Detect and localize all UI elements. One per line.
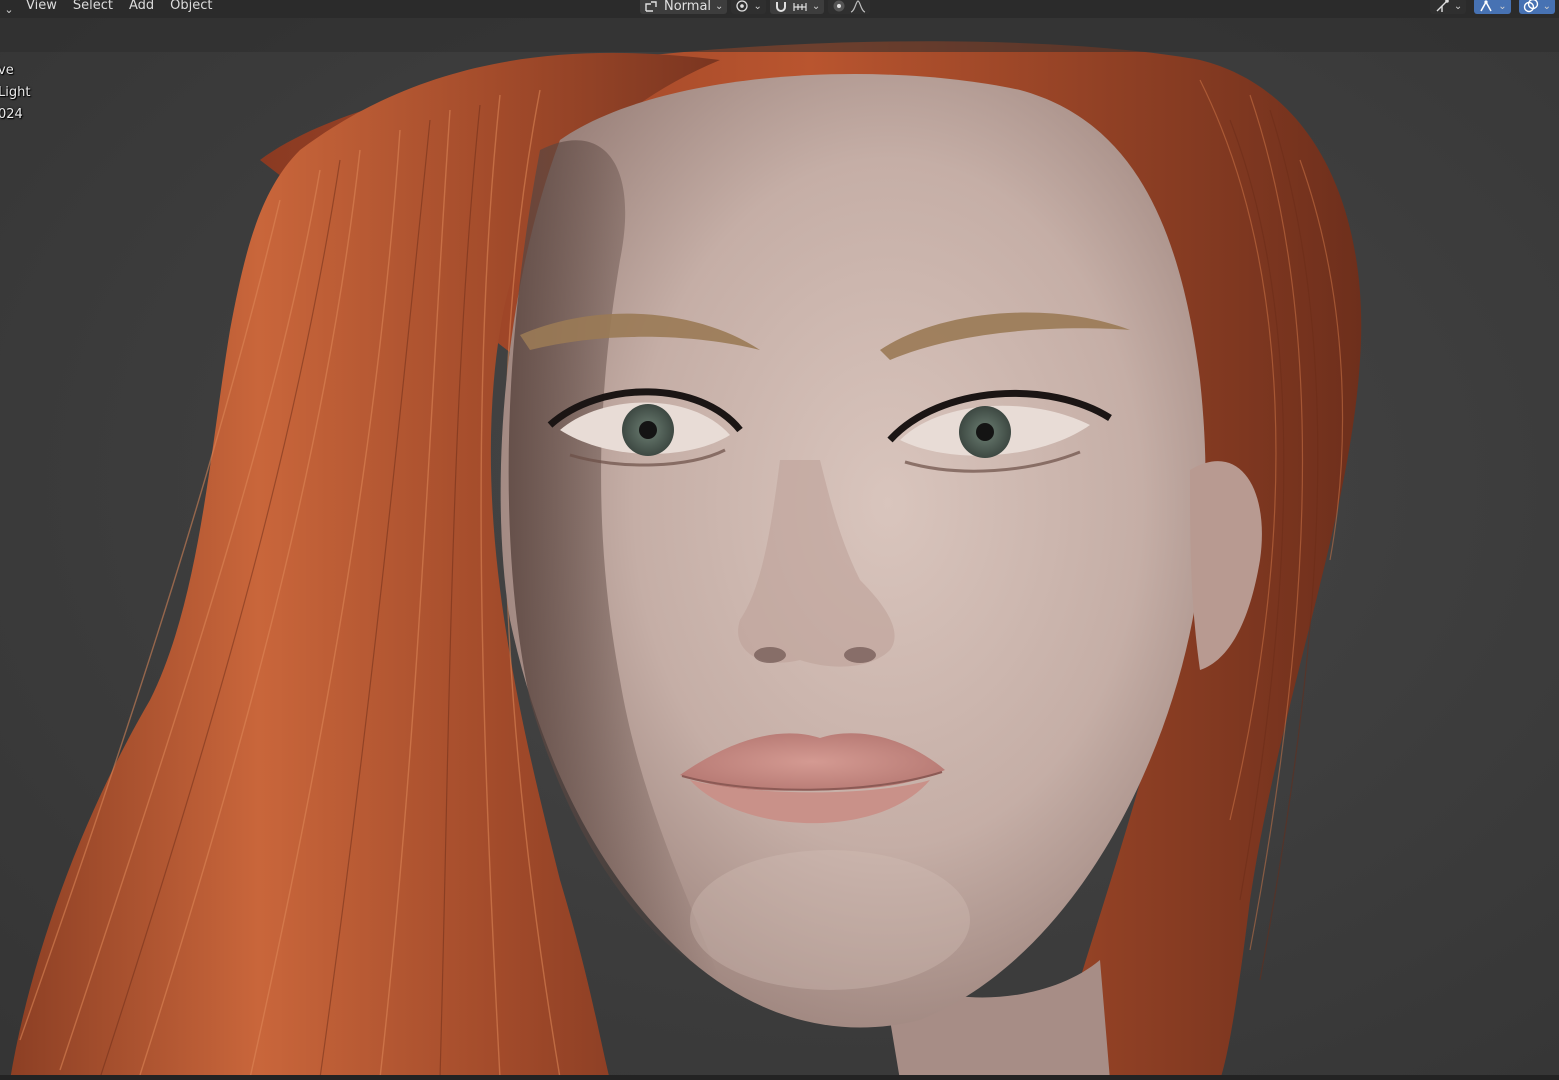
viewport-render (0, 0, 1559, 1080)
overlay-line-2: Light (0, 85, 31, 100)
overlay-line-3: 024 (0, 107, 23, 122)
chevron-down-icon[interactable]: ⌄ (0, 3, 18, 16)
snap-increment-icon (793, 3, 807, 11)
viewport-header: ⌄ View Select Add Object Normal ⌄ ⌄ ⌄ ⌄ … (0, 0, 1559, 18)
menu-view[interactable]: View (18, 0, 65, 13)
viewport-bottom-border (0, 1075, 1559, 1080)
overlay-icon (1480, 0, 1492, 12)
proportional-editing-icon (833, 0, 845, 12)
chevron-down-icon: ⌄ (753, 0, 762, 12)
viewport-text-info: ve Light 024 (0, 60, 30, 126)
falloff-curve-icon (850, 0, 866, 13)
transform-orientation-dropdown[interactable]: Normal ⌄ (640, 0, 728, 14)
gizmo-dropdown[interactable]: ⌄ (1429, 0, 1467, 14)
menu-object[interactable]: Object (162, 0, 220, 13)
snap-toggle[interactable]: ⌄ (769, 0, 825, 14)
transform-orientation-icon (645, 1, 657, 12)
chevron-down-icon: ⌄ (715, 0, 724, 12)
xray-icon (1523, 0, 1538, 13)
tool-settings-bar (0, 18, 1559, 52)
menu-select[interactable]: Select (65, 0, 121, 13)
chevron-down-icon: ⌄ (1542, 0, 1551, 12)
proportional-editing-toggle[interactable] (828, 0, 871, 14)
chevron-down-icon: ⌄ (1453, 0, 1463, 12)
overlay-line-1: ve (0, 63, 14, 78)
overlays-toggle[interactable]: ⌄ (1474, 0, 1511, 14)
snap-magnet-icon (775, 2, 786, 12)
transform-orientation-label: Normal (664, 0, 712, 14)
xray-toggle[interactable]: ⌄ (1518, 0, 1555, 14)
pivot-point-icon (736, 0, 749, 12)
3d-viewport[interactable]: ve Light 024 (0, 0, 1559, 1080)
pivot-point-dropdown[interactable]: ⌄ (731, 0, 766, 14)
menu-add[interactable]: Add (121, 0, 162, 13)
chevron-down-icon: ⌄ (811, 0, 821, 12)
chevron-down-icon: ⌄ (1498, 0, 1507, 12)
gizmo-icon (1436, 0, 1449, 12)
